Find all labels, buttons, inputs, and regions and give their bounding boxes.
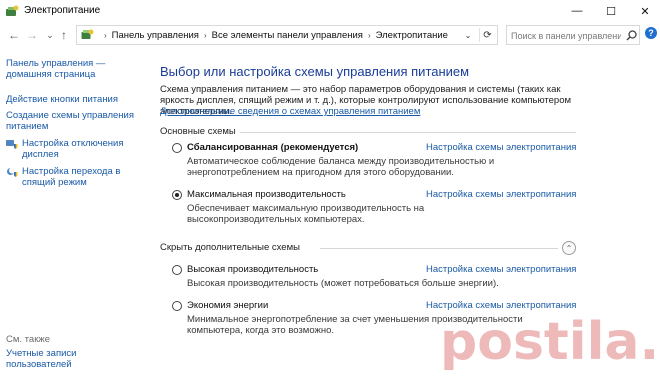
address-bar[interactable]: › Панель управления › Все элементы панели у… xyxy=(76,25,498,45)
sidebar-item-display-off[interactable]: Настройка отключения дисплея xyxy=(6,138,142,160)
plan-name[interactable]: Высокая производительность xyxy=(187,264,318,275)
group-divider xyxy=(240,132,576,133)
sidebar-item-create-plan[interactable]: Создание схемы управления питанием xyxy=(6,110,142,132)
forward-button[interactable]: → xyxy=(24,27,40,43)
plan-radio[interactable] xyxy=(172,301,182,311)
search-icon[interactable] xyxy=(625,29,638,42)
moon-shield-icon xyxy=(7,167,18,177)
collapse-icon[interactable]: ⌃ xyxy=(562,241,576,255)
breadcrumb-all-items[interactable]: Все элементы панели управления xyxy=(212,30,363,41)
see-also-heading: См. также xyxy=(6,334,50,345)
maximize-button[interactable]: ☐ xyxy=(594,0,628,22)
breadcrumb-control-panel[interactable]: Панель управления xyxy=(112,30,199,41)
sidebar-item-sleep[interactable]: Настройка перехода в спящий режим xyxy=(6,166,142,188)
breadcrumb-separator[interactable]: › xyxy=(204,31,207,40)
close-button[interactable]: ✕ xyxy=(628,0,660,22)
sidebar-home-link[interactable]: Панель управления — домашняя страница xyxy=(6,58,142,80)
plan-settings-link[interactable]: Настройка схемы электропитания xyxy=(426,300,576,311)
back-button[interactable]: ← xyxy=(6,27,22,43)
group-divider xyxy=(320,248,558,249)
plan-radio[interactable] xyxy=(172,143,182,153)
plan-radio[interactable] xyxy=(172,190,182,200)
page-title: Выбор или настройка схемы управления пит… xyxy=(160,64,470,79)
plan-description: Автоматическое соблюдение баланса между … xyxy=(187,156,495,178)
plan-name[interactable]: Максимальная производительность xyxy=(187,189,346,200)
plan-description: Высокая производительность (может потреб… xyxy=(187,278,499,289)
up-button[interactable]: ↑ xyxy=(56,27,72,43)
title-bar: Электропитание — ☐ ✕ xyxy=(0,0,660,22)
plan-settings-link[interactable]: Настройка схемы электропитания xyxy=(426,189,576,200)
power-options-icon xyxy=(6,5,19,16)
basic-plans-heading: Основные схемы xyxy=(160,126,236,137)
plan-name[interactable]: Сбалансированная (рекомендуется) xyxy=(187,142,358,153)
window-title: Электропитание xyxy=(24,5,101,16)
refresh-icon[interactable]: ⟳ xyxy=(479,28,495,42)
control-panel-icon xyxy=(81,29,94,39)
navigation-bar: ← → ⌄ ↑ › Панель управления › Все элементы … xyxy=(0,22,660,48)
display-shield-icon xyxy=(6,140,18,149)
sidebar-user-accounts-link[interactable]: Учетные записи пользователей xyxy=(6,348,142,370)
watermark: postila.ru xyxy=(440,312,660,372)
minimize-button[interactable]: — xyxy=(560,0,594,22)
sidebar-item-label: Настройка перехода в спящий режим xyxy=(22,166,121,188)
breadcrumb-separator[interactable]: › xyxy=(368,31,371,40)
plan-name[interactable]: Экономия энергии xyxy=(187,300,268,311)
sidebar-item-label: Настройка отключения дисплея xyxy=(22,138,124,160)
breadcrumb-separator: › xyxy=(104,31,107,40)
breadcrumb: › Панель управления › Все элементы панели у… xyxy=(99,30,448,41)
breadcrumb-power-options[interactable]: Электропитание xyxy=(376,30,448,41)
plan-settings-link[interactable]: Настройка схемы электропитания xyxy=(426,142,576,153)
plan-settings-link[interactable]: Настройка схемы электропитания xyxy=(426,264,576,275)
plan-description: Обеспечивает максимальную производительн… xyxy=(187,203,425,225)
sidebar-item-power-button-action[interactable]: Действие кнопки питания xyxy=(6,94,142,105)
more-info-link[interactable]: Дополнительные сведения о схемах управле… xyxy=(160,106,420,117)
sidebar: Панель управления — домашняя страница Де… xyxy=(0,48,148,384)
address-dropdown-icon[interactable]: ⌄ xyxy=(461,28,475,42)
hidden-plans-toggle[interactable]: Скрыть дополнительные схемы xyxy=(160,242,300,253)
search-input[interactable] xyxy=(511,29,621,42)
help-icon[interactable]: ? xyxy=(645,27,657,39)
search-box[interactable] xyxy=(506,25,640,45)
plan-radio[interactable] xyxy=(172,265,182,275)
